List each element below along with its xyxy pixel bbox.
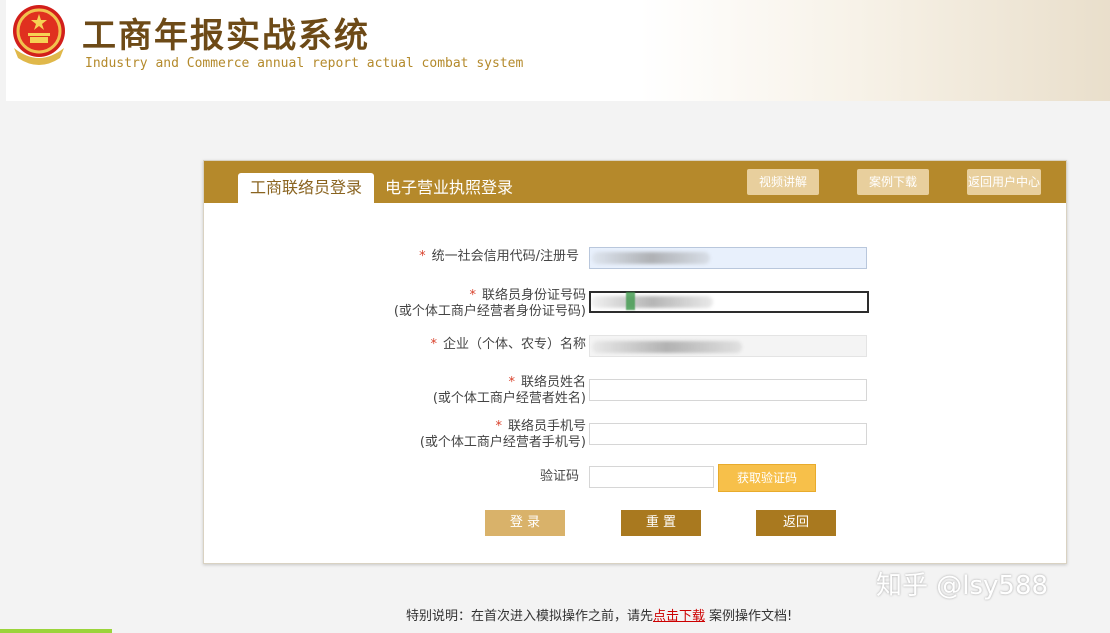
contact-name-sublabel: (或个体工商户经营者姓名) xyxy=(432,391,586,406)
get-code-button[interactable]: 获取验证码 xyxy=(718,464,816,492)
taskbar-indicator xyxy=(0,629,112,633)
captcha-field[interactable] xyxy=(589,466,714,488)
contact-id-label: * 联络员身份证号码 (或个体工商户经营者身份证号码) xyxy=(393,288,586,319)
contact-id-field[interactable] xyxy=(589,291,869,313)
contact-id-sublabel: (或个体工商户经营者身份证号码) xyxy=(393,304,586,319)
footer-note-suffix: 案例操作文档! xyxy=(709,609,793,624)
site-subtitle: Industry and Commerce annual report actu… xyxy=(85,56,524,71)
zhihu-watermark: 知乎 @lsy588 xyxy=(876,571,1049,601)
redacted-value xyxy=(591,296,713,308)
login-button[interactable]: 登 录 xyxy=(485,510,565,536)
back-user-center-button[interactable]: 返回用户中心 xyxy=(967,169,1041,195)
contact-name-field[interactable] xyxy=(589,379,867,401)
cursor-blob xyxy=(626,292,635,310)
contact-phone-field[interactable] xyxy=(589,423,867,445)
footer-note-text: 特别说明：在首次进入模拟操作之前，请先 xyxy=(406,609,654,624)
back-button[interactable]: 返回 xyxy=(756,510,836,536)
redacted-value xyxy=(592,252,710,264)
company-name-field[interactable] xyxy=(589,335,867,357)
footer-note: 特别说明：在首次进入模拟操作之前，请先点击下载 案例操作文档! xyxy=(406,605,792,624)
required-mark: * xyxy=(419,249,426,264)
credit-code-field[interactable] xyxy=(589,247,867,269)
site-header: 工商年报实战系统 Industry and Commerce annual re… xyxy=(6,0,1110,101)
login-panel: 工商联络员登录 电子营业执照登录 视频讲解 案例下载 返回用户中心 * 统一社会信… xyxy=(203,160,1067,564)
credit-code-label: * 统一社会信用代码/注册号 xyxy=(419,249,579,264)
mountain-decoration xyxy=(640,0,1110,101)
national-emblem-icon xyxy=(13,5,65,65)
contact-phone-sublabel: (或个体工商户经营者手机号) xyxy=(419,435,586,450)
captcha-label: 验证码 xyxy=(539,469,579,484)
reset-button[interactable]: 重 置 xyxy=(621,510,701,536)
panel-tab-bar: 工商联络员登录 电子营业执照登录 视频讲解 案例下载 返回用户中心 xyxy=(204,161,1066,203)
download-link[interactable]: 点击下载 xyxy=(653,609,705,624)
site-title: 工商年报实战系统 xyxy=(82,16,370,56)
redacted-value xyxy=(592,341,742,353)
tab-e-license-login[interactable]: 电子营业执照登录 xyxy=(375,173,523,203)
contact-phone-label: * 联络员手机号 (或个体工商户经营者手机号) xyxy=(419,419,586,450)
company-name-label: * 企业（个体、农专）名称 xyxy=(430,337,586,352)
tab-contact-login[interactable]: 工商联络员登录 xyxy=(238,173,375,203)
contact-name-label: * 联络员姓名 (或个体工商户经营者姓名) xyxy=(432,375,586,406)
case-download-button[interactable]: 案例下载 xyxy=(857,169,929,195)
video-tutorial-button[interactable]: 视频讲解 xyxy=(747,169,819,195)
